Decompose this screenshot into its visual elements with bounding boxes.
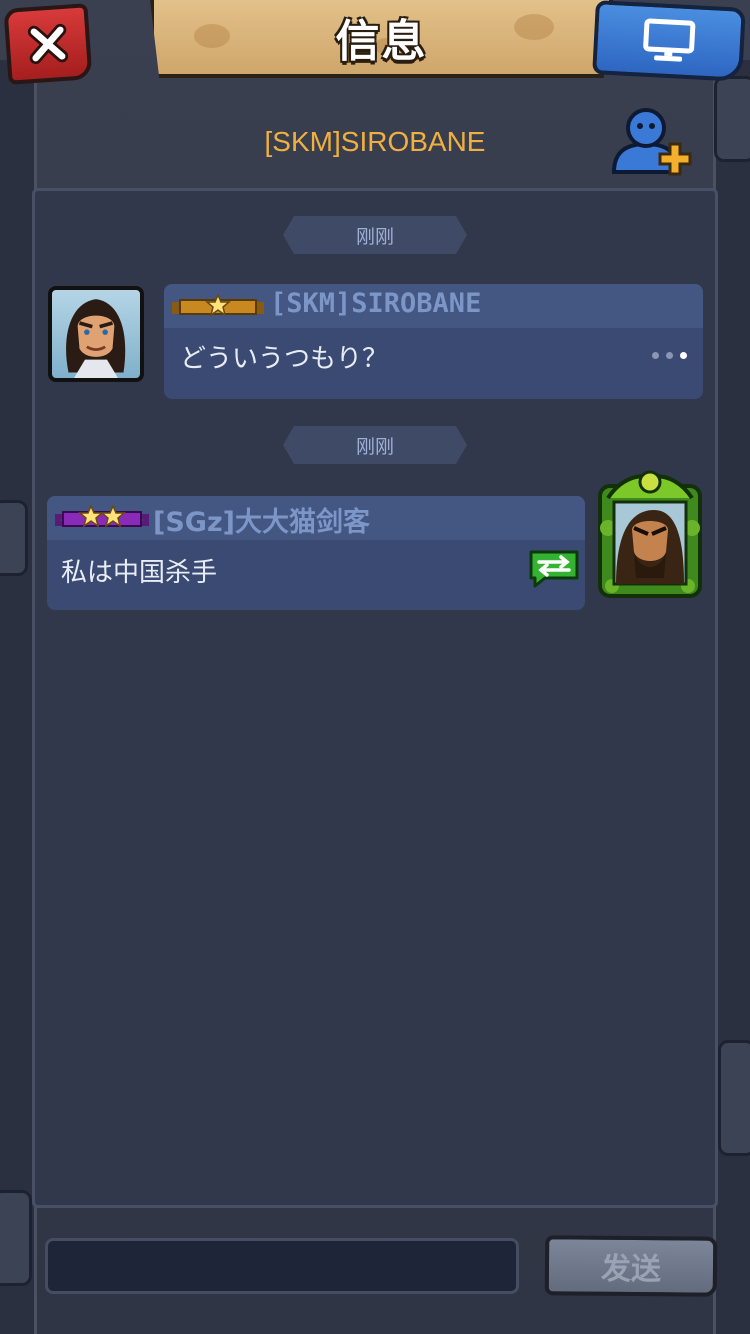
close-button[interactable]	[3, 3, 93, 85]
add-friend-button[interactable]	[608, 104, 694, 180]
message-bubble[interactable]: [SKM]SIROBANE どういうつもり？	[164, 284, 703, 399]
frame-rock	[718, 1040, 750, 1156]
message-bubble[interactable]: [SGz]大大猫剑客 私は中国杀手	[47, 496, 585, 610]
chat-screen: 信息 [SKM]SIROBANE 刚刚 [SKM]SIROBANE どういうつも…	[0, 0, 750, 1334]
message-text: 私は中国杀手	[61, 558, 218, 588]
page-title: 信息	[335, 16, 428, 67]
screen-toggle-button[interactable]	[592, 0, 746, 82]
frame-rock	[0, 1190, 32, 1286]
monitor-icon	[643, 18, 696, 62]
more-dots-icon[interactable]	[652, 352, 687, 359]
send-button[interactable]: 发送	[544, 1235, 718, 1297]
message-input[interactable]	[45, 1238, 519, 1294]
frame-rock	[0, 500, 28, 576]
sender-name: [SKM]SIROBANE	[270, 288, 482, 319]
title-banner: 信息	[150, 0, 613, 78]
rank-ribbon-icon	[172, 294, 264, 317]
sender-name: [SGz]大大猫剑客	[153, 507, 371, 538]
avatar[interactable]	[48, 286, 144, 382]
message-text: どういうつもり？	[180, 344, 389, 374]
timestamp: 刚刚	[283, 216, 467, 254]
hero-avatar-icon	[66, 299, 126, 378]
close-x-icon	[27, 23, 69, 65]
translate-icon[interactable]	[527, 548, 581, 588]
rank-ribbon-icon	[55, 504, 149, 528]
warrior-avatar-icon[interactable]	[594, 468, 706, 600]
timestamp: 刚刚	[283, 426, 467, 464]
add-friend-icon	[611, 108, 692, 176]
